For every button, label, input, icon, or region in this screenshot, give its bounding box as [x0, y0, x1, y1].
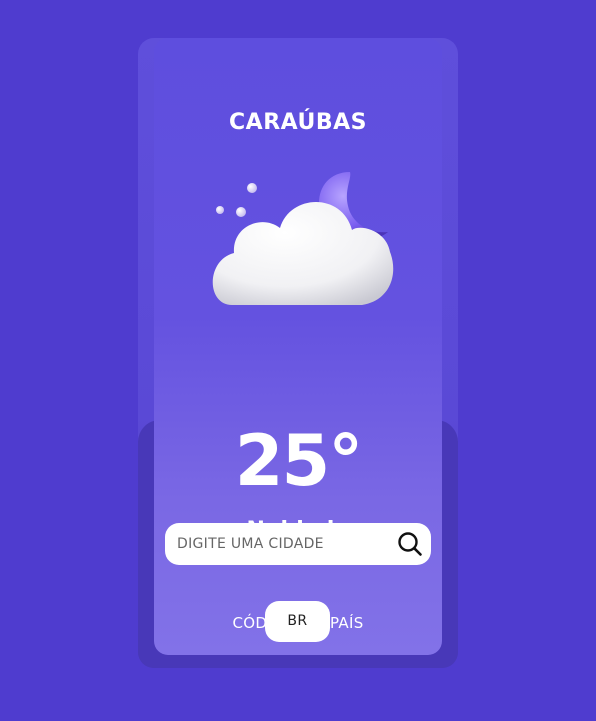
search-icon[interactable] — [397, 531, 423, 557]
temperature: 25° — [234, 420, 363, 502]
cloud-moon-icon — [212, 172, 394, 305]
city-search-box — [165, 523, 431, 565]
city-search-input[interactable] — [177, 523, 391, 565]
cloud-icon — [212, 202, 394, 305]
country-code-input[interactable]: BR — [265, 601, 330, 642]
city-name: CARAÚBAS — [229, 110, 367, 135]
